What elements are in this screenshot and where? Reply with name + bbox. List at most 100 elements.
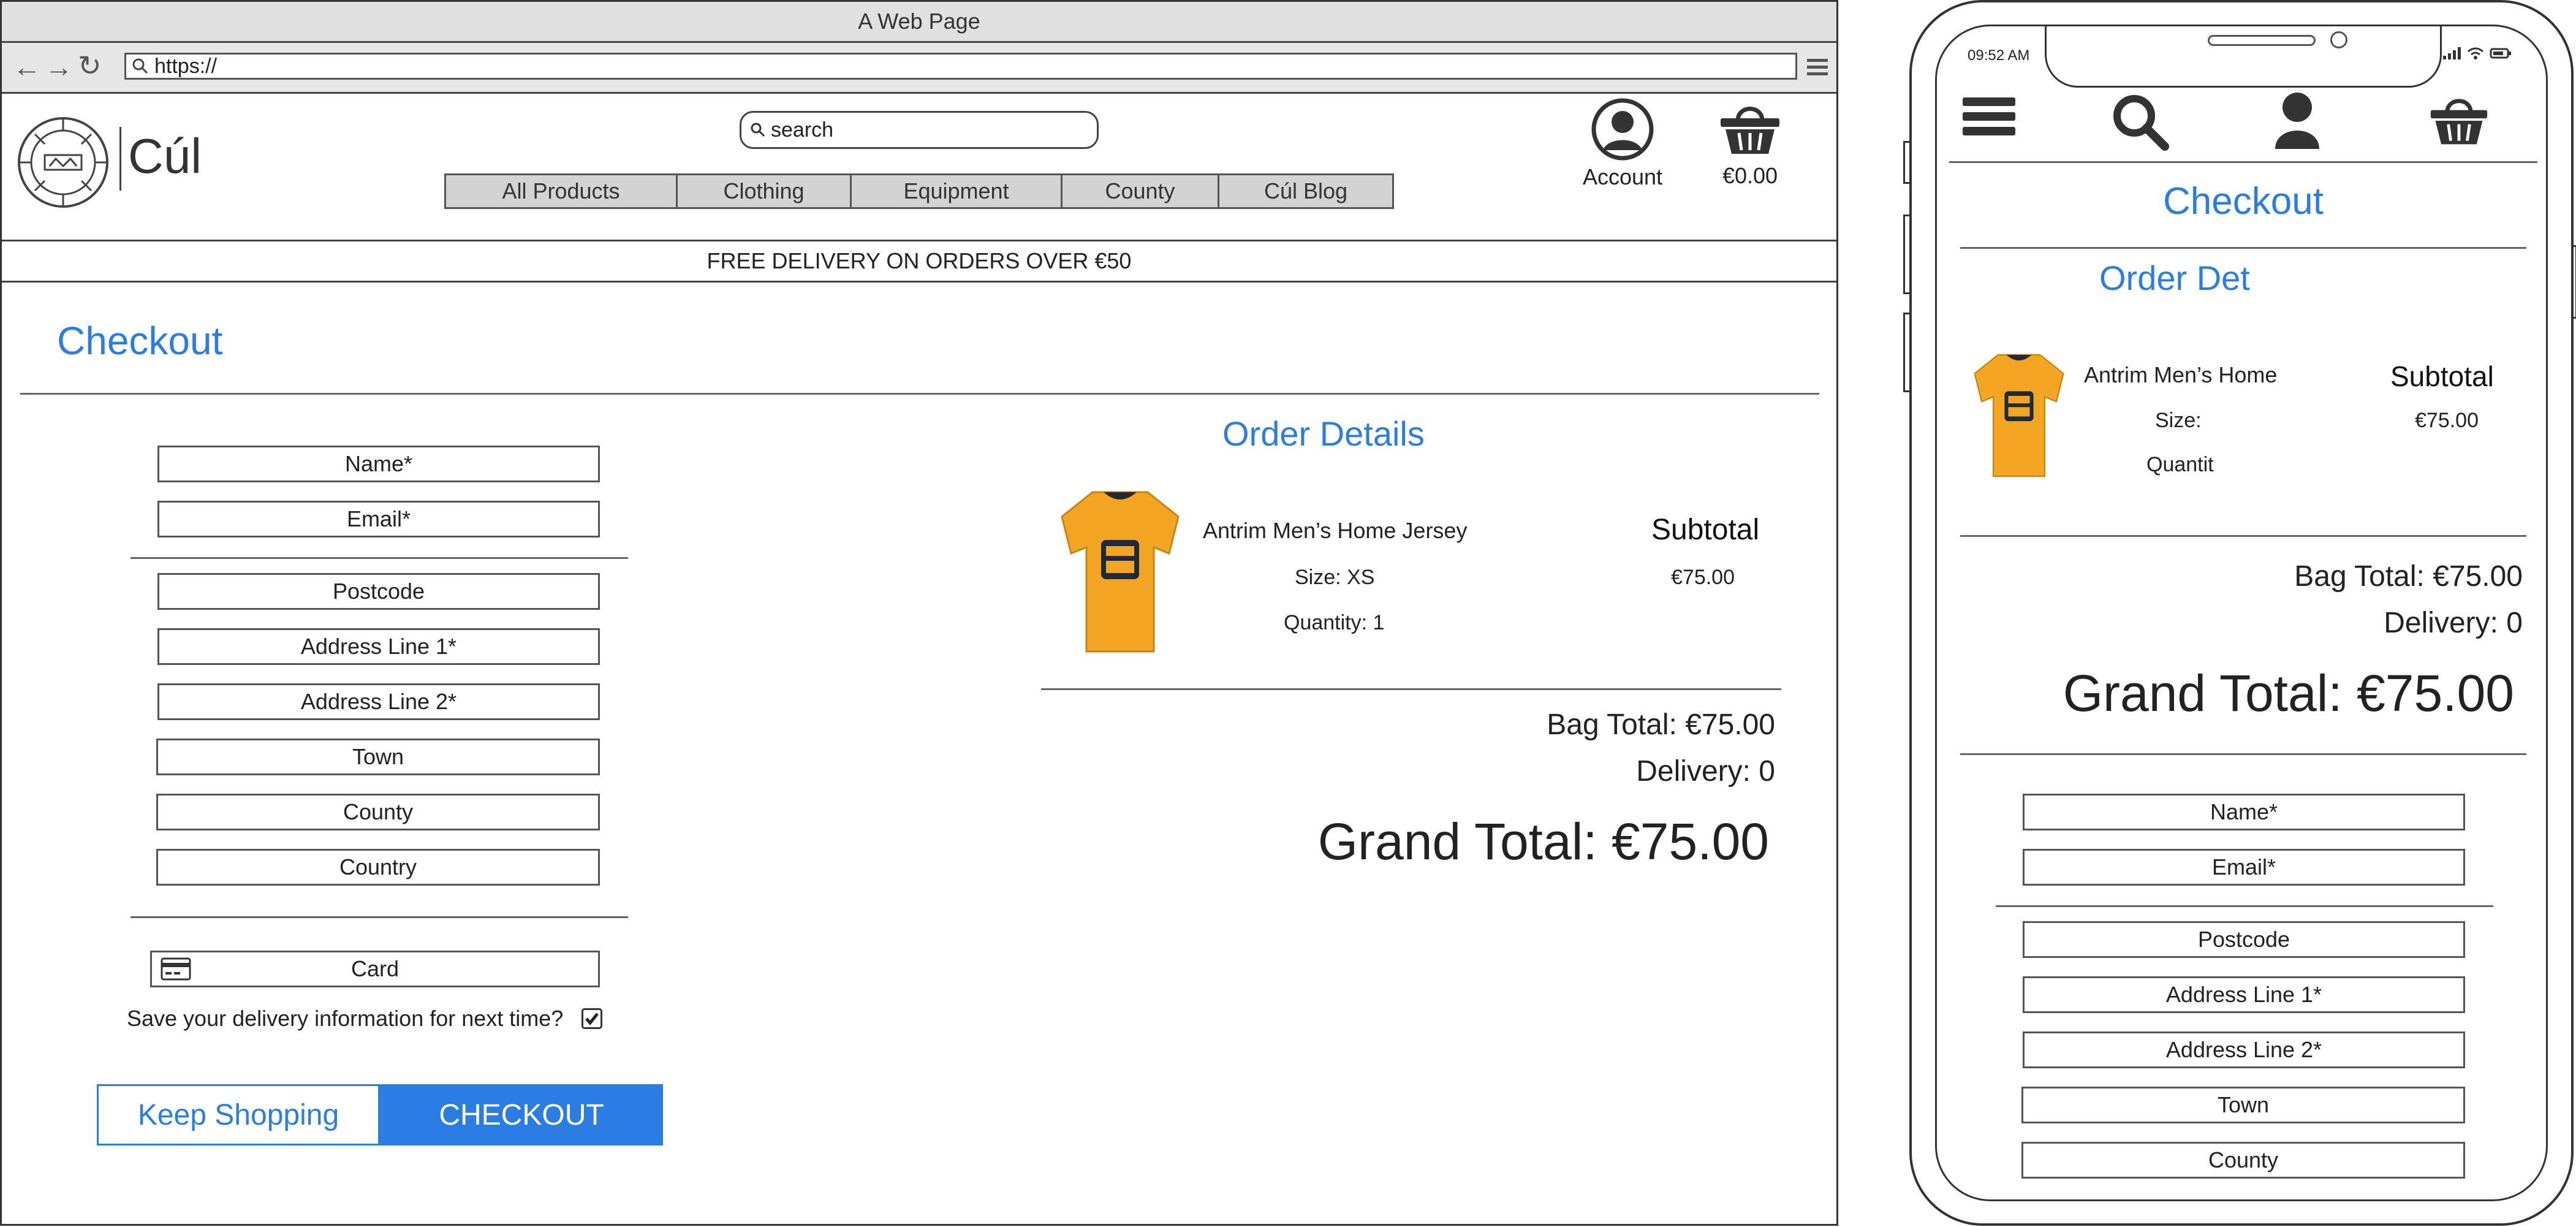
address-bar[interactable]: https:// bbox=[124, 53, 1797, 80]
browser-window: A Web Page ← → ↻ https:// Cúl search All… bbox=[0, 0, 1838, 1226]
phone-screen: 09:52 AM Checkout Order Det Antrim Men’s… bbox=[1935, 25, 2548, 1201]
email-field[interactable]: Email* bbox=[157, 501, 600, 538]
field-label: Address Line 1* bbox=[2165, 982, 2322, 1007]
item-size: Size: XS bbox=[1295, 566, 1375, 589]
country-field[interactable]: Country bbox=[156, 849, 600, 886]
signal-icon bbox=[2443, 47, 2461, 59]
county-field[interactable]: County bbox=[156, 794, 600, 830]
order-details-heading: Order Details bbox=[1222, 414, 1425, 453]
phone-side-button bbox=[1903, 313, 1909, 392]
totals-divider bbox=[1960, 753, 2526, 755]
phone-side-button bbox=[2571, 245, 2576, 319]
account-icon[interactable] bbox=[2273, 90, 2322, 151]
title-divider bbox=[1960, 247, 2526, 249]
front-camera bbox=[2330, 31, 2347, 48]
email-field[interactable]: Email* bbox=[2023, 849, 2465, 886]
jersey-icon bbox=[1061, 491, 1180, 653]
order-details-heading: Order Det bbox=[2099, 259, 2250, 297]
search-icon[interactable] bbox=[2110, 91, 2171, 153]
banner-text: FREE DELIVERY ON ORDERS OVER €50 bbox=[707, 248, 1132, 273]
address-line-2-field[interactable]: Address Line 2* bbox=[2023, 1031, 2465, 1068]
town-field[interactable]: Town bbox=[2021, 1087, 2465, 1123]
main-nav: All Products Clothing Equipment County C… bbox=[444, 173, 1394, 209]
item-name: Antrim Men’s Home bbox=[2084, 362, 2278, 387]
field-label: Email* bbox=[2211, 854, 2276, 879]
field-label: Name* bbox=[344, 451, 413, 476]
field-label: Card bbox=[350, 956, 400, 981]
browser-title: A Web Page bbox=[858, 9, 980, 34]
field-label: Name* bbox=[2210, 799, 2278, 824]
button-label: CHECKOUT bbox=[439, 1098, 604, 1131]
product-image bbox=[1056, 486, 1184, 661]
phone-side-button bbox=[1903, 215, 1909, 294]
basket-icon bbox=[1721, 107, 1779, 154]
nav-all-products[interactable]: All Products bbox=[446, 175, 678, 207]
nav-label: Cúl Blog bbox=[1263, 178, 1348, 203]
nav-county[interactable]: County bbox=[1063, 175, 1219, 207]
field-label: Town bbox=[352, 744, 404, 769]
form-divider bbox=[131, 557, 628, 559]
search-icon bbox=[751, 123, 765, 137]
cart-total: €0.00 bbox=[1722, 163, 1778, 188]
field-label: Postcode bbox=[2197, 927, 2290, 952]
address-line-1-field[interactable]: Address Line 1* bbox=[157, 628, 600, 665]
phone-side-button bbox=[1903, 141, 1909, 184]
form-divider bbox=[1996, 905, 2493, 907]
checkout-button[interactable]: CHECKOUT bbox=[380, 1084, 663, 1145]
status-time: 09:52 AM bbox=[1968, 47, 2030, 64]
keep-shopping-button[interactable]: Keep Shopping bbox=[97, 1084, 380, 1145]
item-name: Antrim Men’s Home Jersey bbox=[1203, 518, 1468, 543]
checkmark-icon bbox=[585, 1012, 599, 1025]
search-placeholder: search bbox=[771, 118, 834, 142]
delivery-total: Delivery: 0 bbox=[2384, 607, 2523, 639]
search-icon bbox=[132, 58, 148, 74]
account-icon bbox=[1591, 98, 1654, 161]
address-line-1-field[interactable]: Address Line 1* bbox=[2023, 976, 2465, 1013]
credit-card-icon bbox=[161, 957, 191, 981]
cart-link[interactable]: €0.00 bbox=[1704, 100, 1796, 189]
page-title: Checkout bbox=[57, 319, 223, 363]
site-logo[interactable] bbox=[17, 116, 110, 212]
field-label: County bbox=[2208, 1147, 2279, 1172]
field-label: Town bbox=[2217, 1092, 2270, 1117]
menu-icon[interactable] bbox=[1963, 97, 2015, 135]
nav-label: County bbox=[1105, 178, 1175, 203]
browser-menu-icon[interactable] bbox=[1807, 59, 1828, 75]
basket-icon[interactable] bbox=[2428, 91, 2490, 149]
phone-notch bbox=[2045, 26, 2442, 88]
forward-icon[interactable]: → bbox=[45, 50, 73, 83]
address-line-2-field[interactable]: Address Line 2* bbox=[157, 683, 600, 720]
name-field[interactable]: Name* bbox=[157, 446, 600, 482]
site-search[interactable]: search bbox=[740, 111, 1099, 149]
form-divider bbox=[131, 916, 628, 918]
nav-clothing[interactable]: Clothing bbox=[678, 175, 852, 207]
reload-icon[interactable]: ↻ bbox=[78, 49, 102, 82]
account-link[interactable]: Account bbox=[1577, 97, 1669, 190]
gaa-ball-icon bbox=[18, 117, 108, 208]
jersey-icon bbox=[1974, 354, 2064, 477]
card-field[interactable]: Card bbox=[150, 951, 600, 987]
field-label: Address Line 2* bbox=[300, 689, 457, 714]
nav-label: Clothing bbox=[723, 178, 805, 203]
postcode-field[interactable]: Postcode bbox=[2023, 921, 2465, 958]
logo-divider bbox=[119, 127, 121, 191]
nav-cul-blog[interactable]: Cúl Blog bbox=[1219, 175, 1392, 207]
save-info-checkbox[interactable] bbox=[581, 1008, 602, 1029]
town-field[interactable]: Town bbox=[156, 739, 600, 775]
save-info-label: Save your delivery information for next … bbox=[127, 1006, 564, 1031]
browser-title-bar: A Web Page bbox=[2, 2, 1836, 43]
item-quantity: Quantity: 1 bbox=[1284, 611, 1385, 634]
name-field[interactable]: Name* bbox=[2023, 794, 2465, 830]
order-divider bbox=[1960, 535, 2526, 537]
county-field[interactable]: County bbox=[2021, 1142, 2465, 1179]
delivery-banner: FREE DELIVERY ON ORDERS OVER €50 bbox=[2, 240, 1836, 283]
field-label: Postcode bbox=[332, 579, 425, 604]
grand-total: Grand Total: €75.00 bbox=[2063, 664, 2514, 722]
back-icon[interactable]: ← bbox=[13, 50, 41, 83]
postcode-field[interactable]: Postcode bbox=[157, 573, 600, 610]
nav-label: All Products bbox=[502, 178, 620, 203]
subtotal-label: Subtotal bbox=[1651, 514, 1760, 546]
nav-equipment[interactable]: Equipment bbox=[852, 175, 1063, 207]
brand-name[interactable]: Cúl bbox=[128, 128, 202, 184]
nav-label: Equipment bbox=[903, 178, 1009, 203]
